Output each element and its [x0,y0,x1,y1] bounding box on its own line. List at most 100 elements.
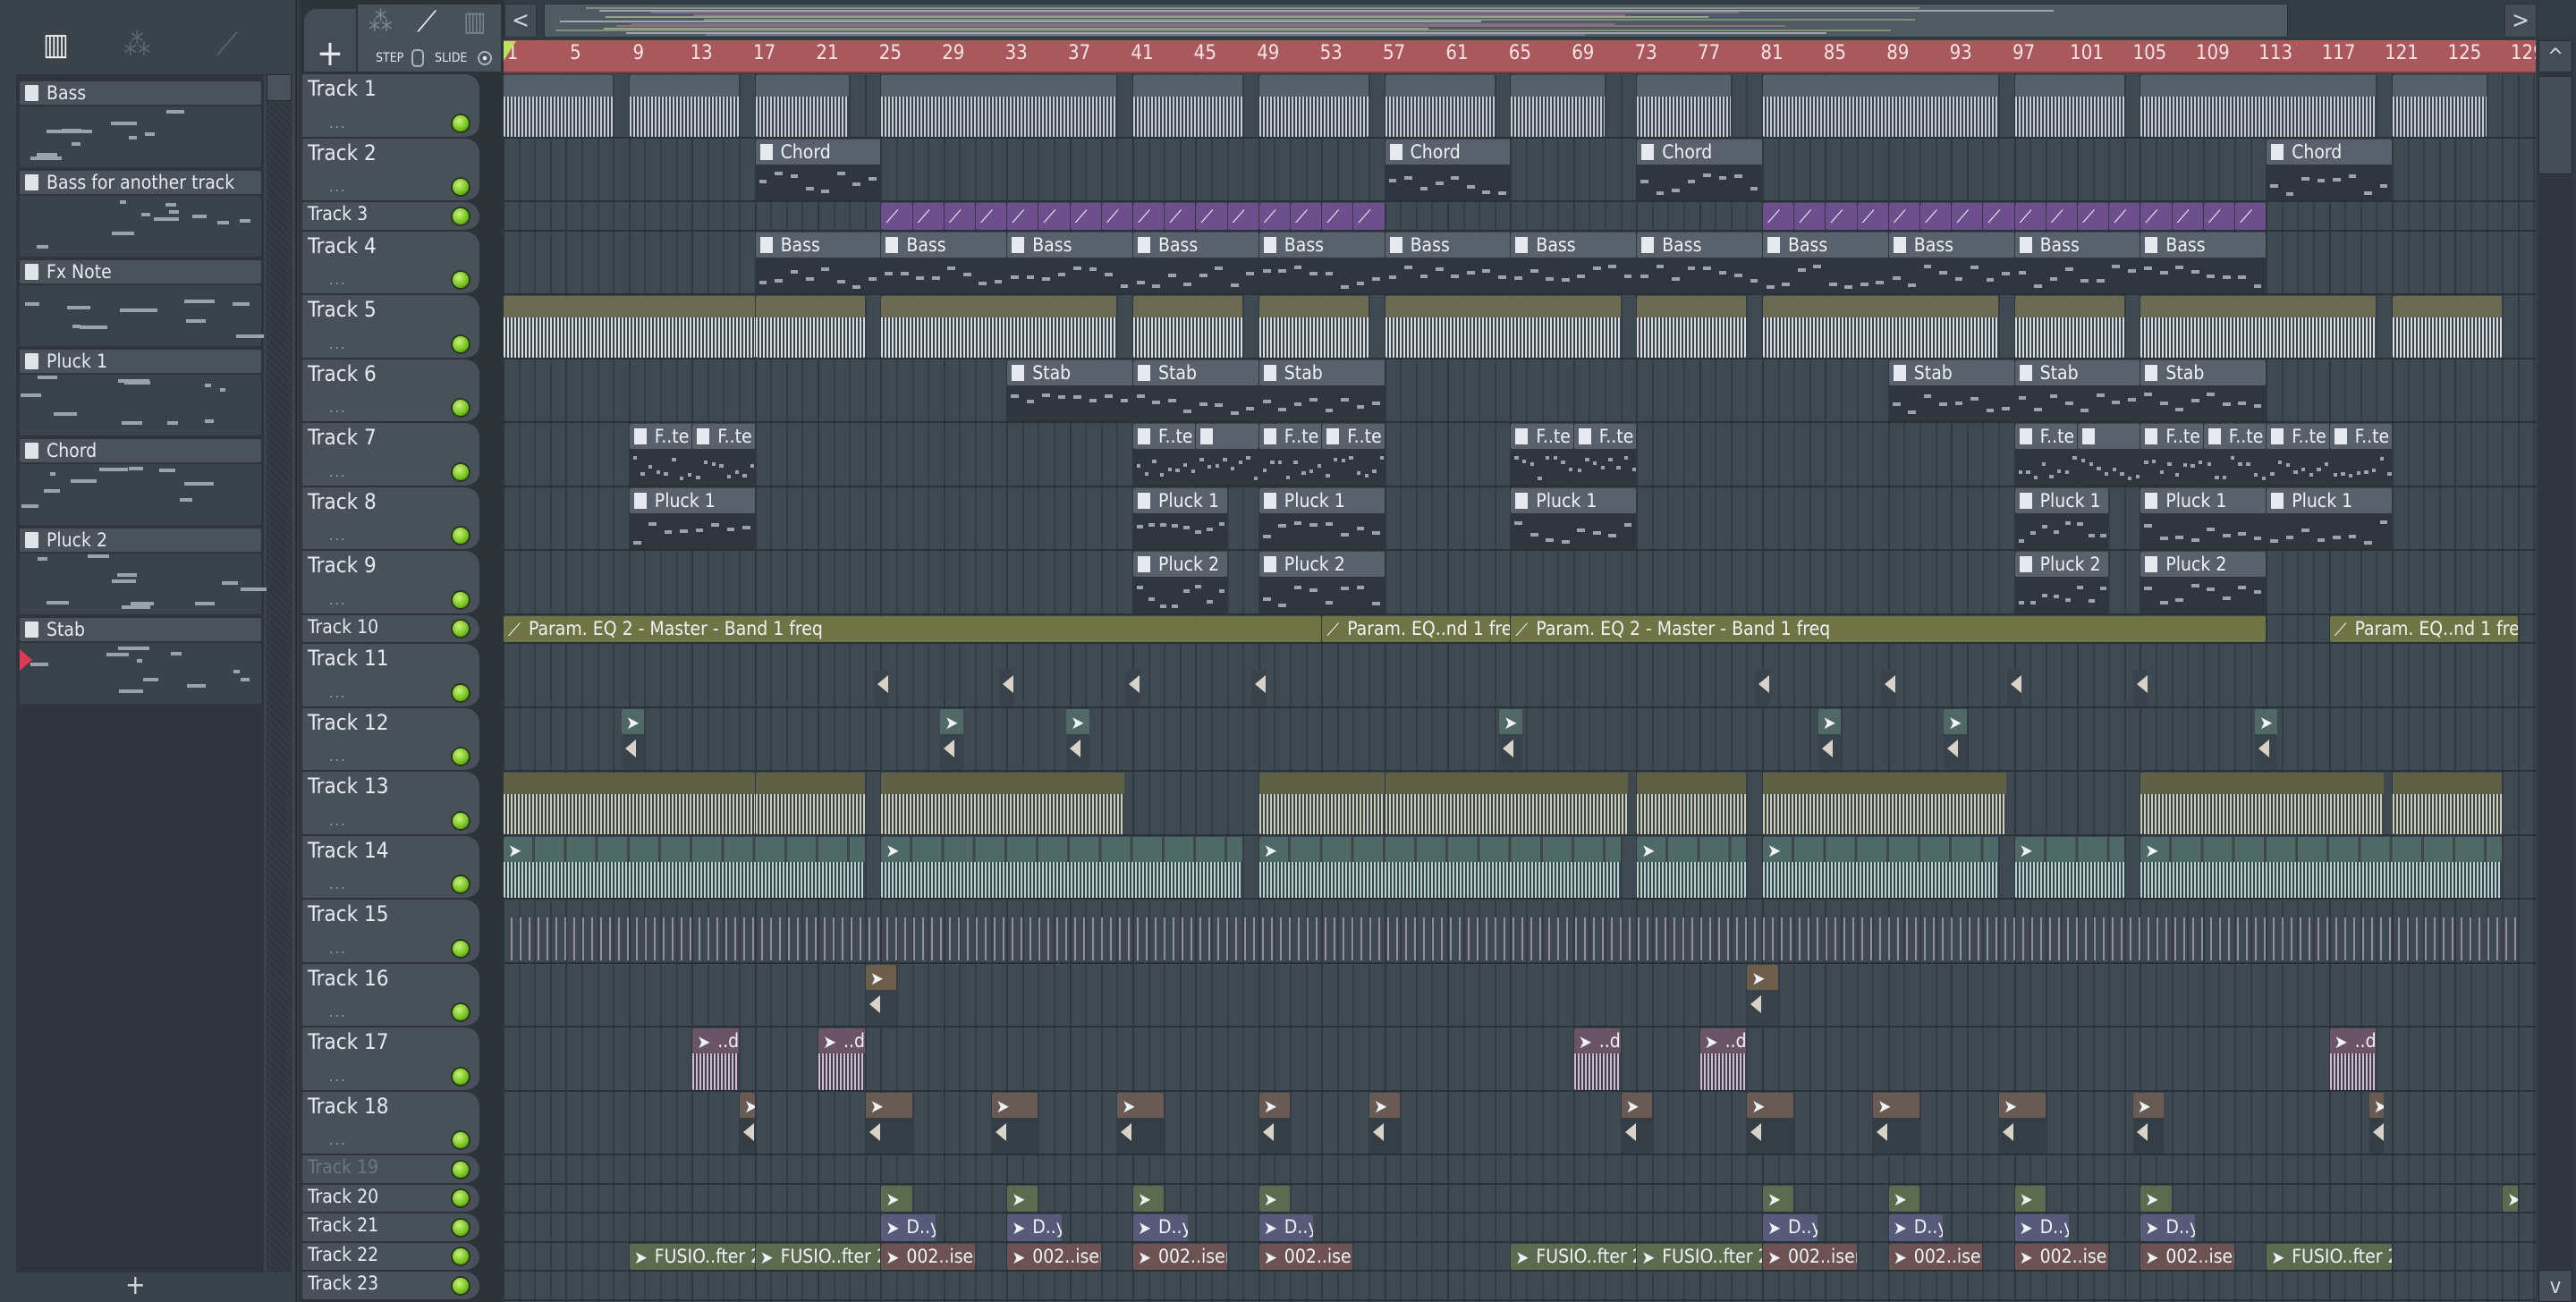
clip-header[interactable]: ➤ [940,708,963,734]
ruler-bar-label[interactable]: 77 [1698,42,1720,64]
playlist-clip[interactable]: Pluck 1 [629,487,755,549]
playlist-clip[interactable]: ➤ [740,1092,755,1154]
add-track-button[interactable]: + [304,9,356,74]
playlist-clip[interactable]: Chord [2267,139,2392,200]
clip-header[interactable]: Stab [1133,359,1258,385]
playlist-clip[interactable]: Bass [1133,232,1258,293]
track-mute-led[interactable] [451,334,470,354]
playlist-clip[interactable]: ➤ 002..iser [1258,1243,1353,1270]
track-name[interactable]: Track 22 [308,1244,378,1265]
track-mute-led[interactable] [451,1159,470,1179]
clip-header[interactable]: ⟋ [2109,203,2140,230]
playlist-clip[interactable] [1133,296,1243,358]
track-options-icon[interactable]: ... [329,114,347,131]
playlist-clip[interactable]: ➤ [2014,836,2124,898]
clip-header[interactable]: Bass [1637,232,1762,258]
track-header[interactable]: Track 14... [302,835,479,900]
track-options-icon[interactable]: ... [329,940,347,957]
clip-header[interactable]: ➤ [2503,1185,2518,1212]
clip-header[interactable]: ➤ D..y [1258,1214,1314,1241]
playlist-clip[interactable] [1511,75,1605,137]
playlist-clip[interactable] [2140,773,2385,834]
track-name[interactable]: Track 20 [308,1186,378,1207]
playlist-clip[interactable]: ➤ [1499,708,1522,770]
clip-header[interactable]: ➤ ..d [1699,1028,1747,1053]
playlist-clip[interactable]: ➤ [940,708,963,770]
clip-header[interactable]: ➤ ..d [818,1028,865,1053]
playlist-clip[interactable] [2140,296,2377,358]
pattern-item[interactable]: Pluck 2 [20,528,267,618]
track-mute-led[interactable] [451,1217,470,1238]
ruler-bar-label[interactable]: 21 [816,42,838,64]
pattern-item[interactable]: Chord [20,439,261,528]
track-options-icon[interactable]: ... [329,875,347,892]
playlist-clip[interactable]: ➤ 002..iser [2014,1243,2109,1270]
ruler-bar-label[interactable]: 105 [2133,42,2167,64]
clip-header[interactable]: ➤ [865,1092,912,1118]
clip-header[interactable]: Chord [2267,139,2392,165]
clip-header[interactable]: F..te [2267,424,2329,449]
playlist-clip[interactable]: ➤ [2014,1185,2046,1212]
playlist-clip[interactable]: Pluck 1 [2014,487,2109,549]
ruler-bar-label[interactable]: 49 [1257,42,1279,64]
track-name[interactable]: Track 2 [308,140,377,165]
ruler-bar-label[interactable]: 17 [753,42,775,64]
clip-header[interactable]: ⟋ [1920,203,1952,230]
playlist-clip[interactable]: Bass [1511,232,1637,293]
ruler-bar-label[interactable]: 73 [1635,42,1657,64]
clip-header[interactable]: ➤ [2368,1092,2385,1118]
playlist-clip[interactable]: ➤ [1066,708,1089,770]
ruler-bar-label[interactable]: 81 [1760,42,1783,64]
track-header[interactable]: Track 7... [302,423,479,487]
slide-radio[interactable] [478,51,492,65]
playlist-clip[interactable] [755,773,865,834]
clip-header[interactable]: Stab [1007,359,1132,385]
clip-header[interactable]: Pluck 1 [1133,487,1227,513]
clip-header[interactable]: ⟋ [1196,203,1227,230]
clip-header[interactable]: ⟋ [1353,203,1385,230]
playlist-clip[interactable] [1258,773,1385,834]
clip-header[interactable]: ⟋ [2014,203,2046,230]
ruler-bar-label[interactable]: 121 [2385,42,2419,64]
playlist-clip[interactable]: ➤ [1258,1092,1290,1154]
track-mute-led[interactable] [451,875,470,894]
playlist-clip[interactable]: Stab [2014,359,2140,421]
playlist-clip[interactable] [1881,645,1896,706]
playlist-clip[interactable]: ➤ 002..iser [1007,1243,1101,1270]
clip-header[interactable]: ➤ [1763,1185,1794,1212]
playlist-clip[interactable]: F..te [1133,424,1196,486]
playlist-clip[interactable]: F..te [1322,424,1385,486]
ruler-bar-label[interactable]: 37 [1068,42,1090,64]
playlist-clip[interactable]: Chord [1637,139,1762,200]
piano-roll-icon[interactable]: ▥ [43,27,69,63]
playlist-clip[interactable]: ➤ [622,708,645,770]
song-overview[interactable] [544,4,2288,38]
playlist-clip[interactable]: ➤ ..d [2329,1028,2377,1090]
playlist-clip[interactable]: ➤ FUSIO..fter 2 [755,1243,881,1270]
clip-header[interactable]: ⟋ [1038,203,1070,230]
playlist-clip[interactable] [504,917,2518,960]
playlist-clip[interactable]: Bass [755,232,881,293]
playlist-clip[interactable]: ➤ 002..iser [1763,1243,1857,1270]
playlist-clip[interactable]: ➤ [865,1092,912,1154]
track-name[interactable]: Track 17 [308,1029,388,1054]
pattern-header[interactable]: Pluck 2 [20,528,261,552]
playlist-clip[interactable]: ➤ D..y [1258,1214,1314,1241]
ruler-bar-label[interactable]: 125 [2448,42,2482,64]
playlist-clip[interactable] [1755,645,1770,706]
playlist-clip[interactable]: Stab [2140,359,2267,421]
track-mute-led[interactable] [451,526,470,545]
pattern-header[interactable]: Bass [20,81,261,105]
clip-header[interactable]: ➤ D..y [881,1214,936,1241]
playlist-clip[interactable]: Bass [1888,232,2014,293]
clip-header[interactable]: ➤ 002..iser [2140,1243,2234,1270]
playlist-clip[interactable]: ➤ 002..iser [2140,1243,2234,1270]
playlist-clip[interactable]: ➤ D..y [1763,1214,1818,1241]
clip-header[interactable]: ⟋ Param. EQ 2 - Master - Band 1 freq [504,615,1322,642]
pattern-item[interactable]: Bass [20,81,261,171]
clip-header[interactable]: ⟋ [1101,203,1132,230]
playlist-clip[interactable] [1637,75,1731,137]
playlist-clip[interactable]: ➤ [1133,1185,1165,1212]
clip-header[interactable]: ➤ FUSIO..fter 2 [755,1243,881,1270]
playlist-clip[interactable] [1637,296,1747,358]
